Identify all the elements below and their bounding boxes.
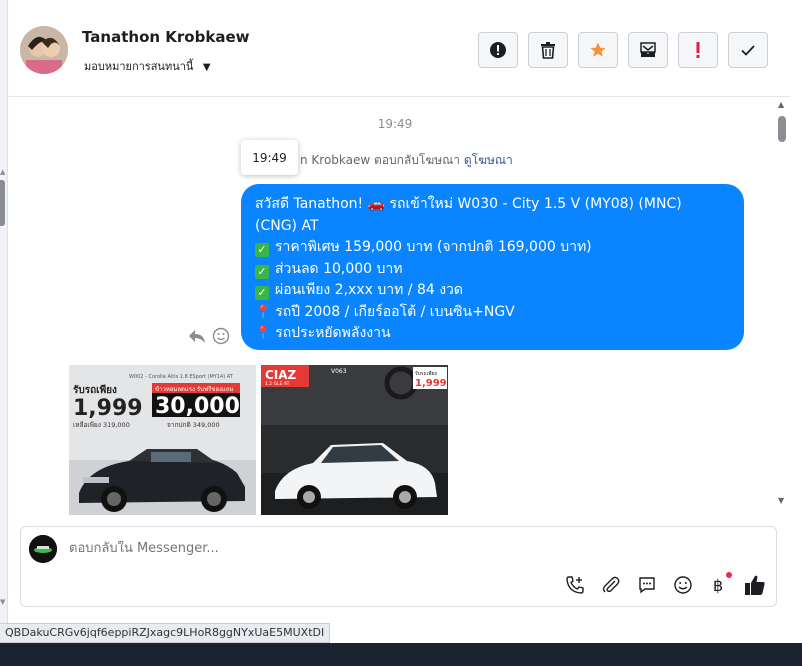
pushpin-icon: 📍 xyxy=(255,304,272,320)
left-panel-edge: ▲ ▼ xyxy=(0,0,8,625)
left-scrollbar-thumb[interactable] xyxy=(0,180,5,226)
like-thumb-icon[interactable] xyxy=(744,574,766,596)
reply-icon[interactable] xyxy=(188,327,206,345)
contact-name[interactable]: Tanathon Krobkaew xyxy=(82,28,249,46)
card1-top-text: W002 - Corolla Altis 1.8 ESport (MY14) A… xyxy=(129,374,234,380)
scroll-up-arrow[interactable]: ▲ xyxy=(778,100,784,109)
envelope-icon xyxy=(640,42,656,57)
caret-down-icon: ▼ xyxy=(202,62,211,73)
card1-remaining: เหลือเพียง 319,000 xyxy=(73,421,130,429)
check-mark-icon: ✓ xyxy=(255,286,269,300)
card1-price-label: รับรถเพียง xyxy=(73,384,117,396)
exclamation-circle-icon xyxy=(490,42,506,58)
notification-dot xyxy=(726,572,732,578)
contact-avatar[interactable] xyxy=(20,26,68,74)
message-line-2: (CNG) AT xyxy=(255,217,319,234)
page-avatar xyxy=(29,535,57,563)
payment-baht-icon[interactable]: ฿ xyxy=(708,572,732,596)
card2-price: 1,999 xyxy=(415,378,447,389)
card1-sale: 30,000 xyxy=(155,394,240,419)
star-button[interactable] xyxy=(578,32,618,68)
star-icon xyxy=(590,42,606,57)
mark-done-button[interactable] xyxy=(728,32,768,68)
card2-badge-sub: 1.2 GLE AT xyxy=(265,381,290,387)
card1-normal: จากปกติ 349,000 xyxy=(167,421,220,429)
thread-scrollbar[interactable]: ▲ ▼ xyxy=(774,100,790,510)
message-line-1: สวัสดี Tanathon! 🚗 รถเข้าใหม่ W030 - Cit… xyxy=(255,196,682,212)
assign-conversation-dropdown[interactable]: มอบหมายการสนทนานี้ ▼ xyxy=(84,57,211,75)
time-tooltip: 19:49 xyxy=(241,140,298,175)
os-taskbar xyxy=(0,643,802,666)
car-ad-image-corolla[interactable]: W002 - Corolla Altis 1.8 ESport (MY14) A… xyxy=(69,365,256,515)
message-composer: ฿ xyxy=(20,526,777,607)
saved-replies-icon[interactable] xyxy=(636,574,658,596)
trash-icon xyxy=(541,42,555,59)
scrollbar-thumb[interactable] xyxy=(778,116,786,142)
card2-badge: CIAZ xyxy=(265,368,297,382)
conversation-header: Tanathon Krobkaew มอบหมายการสนทนานี้ ▼ xyxy=(8,0,790,97)
reply-input[interactable] xyxy=(69,541,669,556)
left-scroll-up-arrow[interactable]: ▲ xyxy=(0,168,5,176)
pushpin-icon: 📍 xyxy=(255,326,272,341)
card1-sale-label: ข้าวหอมลดแรง รับฟรีของแถม xyxy=(155,385,233,393)
view-ad-link[interactable]: ดูโฆษณา xyxy=(464,153,513,167)
left-scroll-down-arrow[interactable]: ▼ xyxy=(0,598,5,606)
scroll-down-arrow[interactable]: ▼ xyxy=(778,496,784,505)
outgoing-message-bubble[interactable]: สวัสดี Tanathon! 🚗 รถเข้าใหม่ W030 - Cit… xyxy=(241,184,744,350)
check-mark-icon: ✓ xyxy=(255,264,269,279)
status-bar-url: QBDakuCRGv6jqf6eppiRZJxagc9LHoR8ggNYxUaE… xyxy=(0,623,331,643)
check-icon xyxy=(741,45,755,56)
conversation-actions xyxy=(478,32,768,68)
mark-unread-button[interactable] xyxy=(628,32,668,68)
message-line-4: ส่วนลด 10,000 บาท xyxy=(275,260,403,277)
follow-up-button[interactable] xyxy=(678,32,718,68)
messenger-inbox-window: ▲ ▼ Tanathon Krobkaew มอบหมายการสนทนานี้… xyxy=(0,0,802,666)
card2-price-label: รับรถเพียง xyxy=(415,370,438,377)
exclamation-icon xyxy=(696,42,700,58)
car-ad-image-ciaz[interactable]: CIAZ 1.2 GLE AT V063 รับรถเพียง 1,999 xyxy=(261,365,448,515)
composer-toolbar: ฿ xyxy=(564,572,766,596)
ad-reply-note: n Krobkaew ตอบกลับโฆษณา ดูโฆษณา xyxy=(300,151,513,170)
delete-button[interactable] xyxy=(528,32,568,68)
card1-price: 1,999 xyxy=(73,396,143,421)
assign-label: มอบหมายการสนทนานี้ xyxy=(84,60,194,73)
thread-timestamp: 19:49 xyxy=(377,117,413,131)
call-icon[interactable] xyxy=(564,574,586,596)
message-hover-actions xyxy=(188,327,230,345)
message-thread: 19:49 n Krobkaew ตอบกลับโฆษณา ดูโฆษณา 19… xyxy=(8,97,790,515)
card2-code: V063 xyxy=(331,368,347,375)
message-line-6: รถปี 2008 / เกียร์ออโต้ / เบนซิน+NGV xyxy=(275,303,515,320)
message-line-5: ผ่อนเพียง 2,xxx บาท / 84 งวด xyxy=(275,282,463,298)
message-line-3: ราคาพิเศษ 159,000 บาท (จากปกติ 169,000 บ… xyxy=(275,239,592,255)
emoji-icon[interactable] xyxy=(672,574,694,596)
svg-text:฿: ฿ xyxy=(713,576,723,595)
mark-spam-button[interactable] xyxy=(478,32,518,68)
attachment-icon[interactable] xyxy=(600,574,622,596)
ad-reply-text: n Krobkaew ตอบกลับโฆษณา xyxy=(300,153,461,167)
react-smiley-icon[interactable] xyxy=(212,327,230,345)
check-mark-icon: ✓ xyxy=(255,243,269,257)
message-line-7: รถประหยัดพลังงาน xyxy=(275,325,391,341)
